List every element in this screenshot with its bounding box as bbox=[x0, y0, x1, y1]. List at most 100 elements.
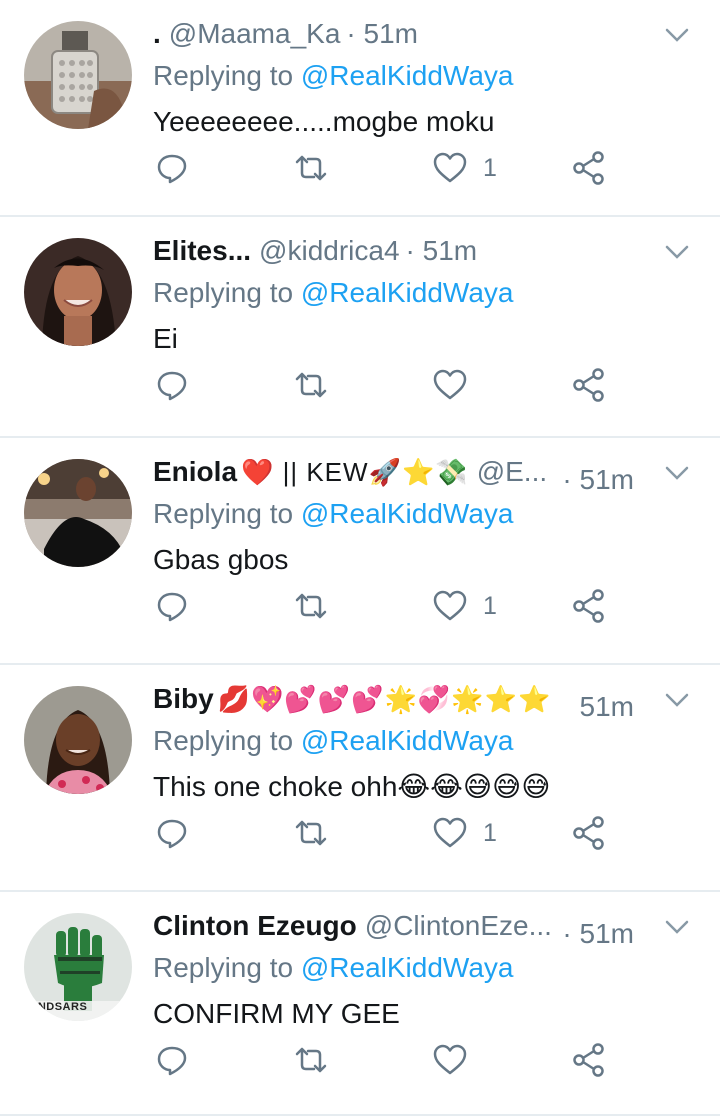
reply-icon bbox=[157, 154, 187, 184]
tweet-card[interactable]: Biby 💋💖💕💕💕🌟💞🌟⭐⭐ 51m Replying to @RealKid… bbox=[0, 665, 720, 892]
share-icon bbox=[573, 589, 604, 623]
chevron-down-icon[interactable] bbox=[662, 458, 692, 488]
reply-icon bbox=[157, 371, 187, 401]
smiling-woman-avatar[interactable] bbox=[24, 686, 132, 794]
reply-icon bbox=[157, 592, 187, 622]
woman-on-sofa-avatar[interactable] bbox=[24, 459, 132, 567]
replying-prefix: Replying to bbox=[153, 498, 301, 529]
reply-icon bbox=[157, 1046, 187, 1076]
like-button[interactable] bbox=[431, 366, 471, 404]
reply-button[interactable] bbox=[153, 814, 193, 852]
timestamp: · 51m bbox=[562, 464, 634, 495]
action-bar: 1 bbox=[153, 584, 610, 628]
action-bar: 1 bbox=[153, 146, 610, 190]
replying-to: Replying to @RealKiddWaya bbox=[153, 273, 690, 313]
like-count: 1 bbox=[483, 591, 497, 620]
replying-prefix: Replying to bbox=[153, 277, 301, 308]
tweet-text: Ei bbox=[153, 323, 178, 354]
timestamp: · 51m bbox=[346, 18, 418, 49]
name-emojis: 💋💖💕💕💕🌟💞🌟⭐⭐ bbox=[217, 683, 552, 714]
reply-button[interactable] bbox=[153, 366, 193, 404]
chevron-down-icon[interactable] bbox=[662, 685, 692, 715]
reply-button[interactable] bbox=[153, 1041, 193, 1079]
like-button[interactable] bbox=[431, 1041, 471, 1079]
user-handle[interactable]: @kiddrica4 bbox=[259, 235, 399, 267]
replying-to-link[interactable]: @RealKiddWaya bbox=[301, 498, 514, 529]
share-button[interactable] bbox=[570, 366, 610, 404]
replying-to-link[interactable]: @RealKiddWaya bbox=[301, 952, 514, 983]
replying-to: Replying to @RealKiddWaya bbox=[153, 56, 690, 96]
share-icon bbox=[573, 151, 604, 185]
action-bar: 1 bbox=[153, 811, 610, 855]
like-count: 1 bbox=[483, 153, 497, 182]
tweet-card[interactable]: . @Maama_Ka · 51m Replying to @RealKiddW… bbox=[0, 0, 720, 217]
endsars-fist-avatar[interactable]: ENDSARS bbox=[24, 913, 132, 1021]
retweet-button[interactable] bbox=[292, 814, 332, 852]
replying-prefix: Replying to bbox=[153, 60, 301, 91]
woman-portrait-avatar[interactable] bbox=[24, 238, 132, 346]
user-handle[interactable]: @Maama_Ka bbox=[169, 18, 341, 50]
retweet-icon bbox=[295, 1047, 327, 1073]
tweet-text: CONFIRM MY GEE bbox=[153, 998, 400, 1029]
display-name[interactable]: Eniola bbox=[153, 456, 237, 488]
replying-to: Replying to @RealKiddWaya bbox=[153, 721, 690, 761]
replying-to-link[interactable]: @RealKiddWaya bbox=[301, 725, 514, 756]
display-name[interactable]: . bbox=[153, 18, 161, 50]
heart-icon bbox=[433, 590, 467, 621]
tweet-card[interactable]: Eniola ❤️ || KEW🚀⭐💸 @E... · 51m Replying… bbox=[0, 438, 720, 665]
action-bar bbox=[153, 1038, 610, 1082]
retweet-button[interactable] bbox=[292, 366, 332, 404]
perfume-bottle-avatar[interactable] bbox=[24, 21, 132, 129]
like-button[interactable]: 1 bbox=[431, 149, 497, 187]
tweet-card[interactable]: ENDSARS Clinton Ezeugo @ClintonEze... · … bbox=[0, 892, 720, 1116]
tweet-text: This one choke ohh😂😂😅😅😅 bbox=[153, 771, 551, 802]
like-button[interactable]: 1 bbox=[431, 814, 497, 852]
heart-icon bbox=[433, 369, 467, 400]
reply-button[interactable] bbox=[153, 587, 193, 625]
share-button[interactable] bbox=[570, 587, 610, 625]
display-name[interactable]: Biby bbox=[153, 683, 214, 715]
share-icon bbox=[573, 816, 604, 850]
heart-icon bbox=[433, 152, 467, 183]
action-bar bbox=[153, 363, 610, 407]
tweet-text: Gbas gbos bbox=[153, 544, 289, 575]
replying-prefix: Replying to bbox=[153, 725, 301, 756]
user-handle[interactable]: @E... bbox=[477, 456, 547, 488]
share-button[interactable] bbox=[570, 814, 610, 852]
share-icon bbox=[573, 368, 604, 402]
name-emojis: ❤️ || KEW🚀⭐💸 bbox=[241, 456, 469, 487]
retweet-icon bbox=[295, 820, 327, 846]
timestamp: · 51m bbox=[562, 918, 634, 949]
replying-to-link[interactable]: @RealKiddWaya bbox=[301, 277, 514, 308]
retweet-button[interactable] bbox=[292, 587, 332, 625]
share-button[interactable] bbox=[570, 149, 610, 187]
retweet-button[interactable] bbox=[292, 149, 332, 187]
chevron-down-icon[interactable] bbox=[662, 912, 692, 942]
retweet-icon bbox=[295, 372, 327, 398]
tweet-card[interactable]: Elites... @kiddrica4 · 51m Replying to @… bbox=[0, 217, 720, 438]
reply-button[interactable] bbox=[153, 149, 193, 187]
retweet-icon bbox=[295, 593, 327, 619]
avatar-text: ENDSARS bbox=[30, 1001, 88, 1013]
reply-timeline: . @Maama_Ka · 51m Replying to @RealKiddW… bbox=[0, 0, 720, 1116]
replying-to-link[interactable]: @RealKiddWaya bbox=[301, 60, 514, 91]
chevron-down-icon[interactable] bbox=[662, 237, 692, 267]
display-name[interactable]: Clinton Ezeugo bbox=[153, 910, 357, 942]
heart-icon bbox=[433, 1044, 467, 1075]
timestamp: 51m bbox=[579, 691, 634, 722]
replying-to: Replying to @RealKiddWaya bbox=[153, 494, 690, 534]
display-name[interactable]: Elites... bbox=[153, 235, 251, 267]
reply-icon bbox=[157, 819, 187, 849]
tweet-text: Yeeeeeeee.....mogbe moku bbox=[153, 106, 495, 137]
like-count: 1 bbox=[483, 818, 497, 847]
replying-to: Replying to @RealKiddWaya bbox=[153, 948, 690, 988]
like-button[interactable]: 1 bbox=[431, 587, 497, 625]
share-button[interactable] bbox=[570, 1041, 610, 1079]
retweet-icon bbox=[295, 155, 327, 181]
chevron-down-icon[interactable] bbox=[662, 20, 692, 50]
replying-prefix: Replying to bbox=[153, 952, 301, 983]
user-handle[interactable]: @ClintonEze... bbox=[365, 910, 552, 942]
retweet-button[interactable] bbox=[292, 1041, 332, 1079]
share-icon bbox=[573, 1043, 604, 1077]
heart-icon bbox=[433, 817, 467, 848]
